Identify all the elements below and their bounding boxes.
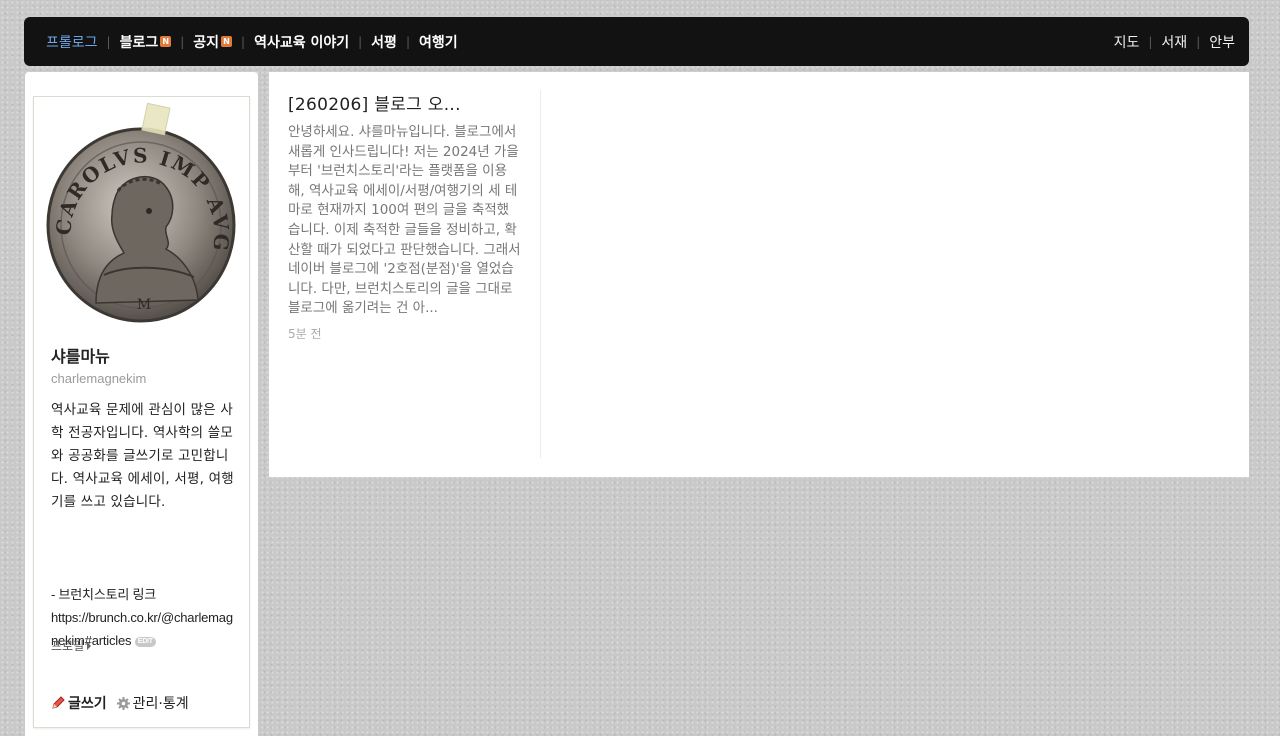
card-actions: 글쓰기 관리·통계	[51, 693, 189, 713]
post-timestamp: 5분 전	[288, 326, 322, 341]
post-card[interactable]: [260206] 블로그 오... 안녕하세요. 샤를마뉴입니다. 블로그에서 …	[269, 90, 541, 458]
nav-item-map[interactable]: 지도	[1114, 32, 1140, 52]
nav-item-guestbook[interactable]: 안부	[1209, 32, 1235, 52]
new-badge: N	[221, 36, 233, 47]
post-excerpt[interactable]: 안녕하세요. 샤를마뉴입니다. 블로그에서 새롭게 인사드립니다! 저는 202…	[288, 123, 521, 319]
profile-card: CAROLVS IMP AVG M 샤를마뉴 charlemagnekim 역사…	[33, 96, 250, 728]
manage-label: 관리·통계	[132, 696, 189, 712]
profile-link-label: - 브런치스토리 링크	[51, 587, 157, 602]
nav-item-prologue[interactable]: 프롤로그	[46, 32, 98, 52]
edit-badge[interactable]: EDIT	[134, 636, 156, 647]
write-button[interactable]: 글쓰기	[51, 693, 107, 713]
nav-left: 프롤로그 | 블로그 N | 공지 N | 역사교육 이야기 | 서평 | 여행기	[46, 32, 458, 52]
profile-name[interactable]: 샤를마뉴	[51, 343, 110, 367]
top-nav-bar: 프롤로그 | 블로그 N | 공지 N | 역사교육 이야기 | 서평 | 여행기 …	[24, 17, 1249, 66]
new-badge: N	[160, 36, 172, 47]
profile-bio: 역사교육 문제에 관심이 많은 사학 전공자입니다. 역사학의 쓸모와 공공화를…	[51, 402, 234, 510]
svg-text:M: M	[137, 297, 151, 313]
profile-more-link[interactable]: 프로필	[51, 637, 92, 654]
profile-more-label: 프로필	[51, 639, 85, 653]
nav-label: 프롤로그	[46, 34, 98, 51]
nav-item-library[interactable]: 서재	[1161, 32, 1187, 52]
nav-label: 블로그	[119, 34, 159, 51]
gear-icon	[116, 696, 130, 710]
nav-item-travel[interactable]: 여행기	[419, 32, 458, 52]
main-content: [260206] 블로그 오... 안녕하세요. 샤를마뉴입니다. 블로그에서 …	[269, 72, 1249, 477]
sidebar: CAROLVS IMP AVG M 샤를마뉴 charlemagnekim 역사…	[25, 72, 258, 736]
triangle-right-icon	[87, 641, 92, 650]
nav-item-review[interactable]: 서평	[371, 32, 397, 52]
nav-label: 공지	[193, 34, 220, 51]
nav-separator: |	[241, 34, 246, 49]
nav-separator: |	[358, 34, 363, 49]
nav-separator: |	[180, 34, 185, 49]
profile-avatar-coin[interactable]: CAROLVS IMP AVG M	[46, 125, 236, 325]
nav-separator: |	[1148, 34, 1153, 49]
nav-separator: |	[106, 34, 111, 49]
nav-label: 역사교육 이야기	[254, 34, 350, 51]
profile-id: charlemagnekim	[51, 371, 147, 386]
post-title[interactable]: [260206] 블로그 오...	[288, 90, 521, 115]
manage-stats-button[interactable]: 관리·통계	[116, 693, 189, 713]
nav-item-history-education[interactable]: 역사교육 이야기	[254, 32, 349, 52]
nav-label: 서평	[371, 34, 397, 51]
pencil-icon	[52, 696, 65, 709]
nav-item-blog[interactable]: 블로그 N	[120, 32, 172, 52]
nav-right: 지도 | 서재 | 안부	[1114, 32, 1235, 52]
write-label: 글쓰기	[68, 696, 107, 712]
nav-item-notice[interactable]: 공지 N	[193, 32, 233, 52]
nav-separator: |	[1196, 34, 1201, 49]
nav-separator: |	[405, 34, 410, 49]
nav-label: 여행기	[418, 34, 458, 51]
